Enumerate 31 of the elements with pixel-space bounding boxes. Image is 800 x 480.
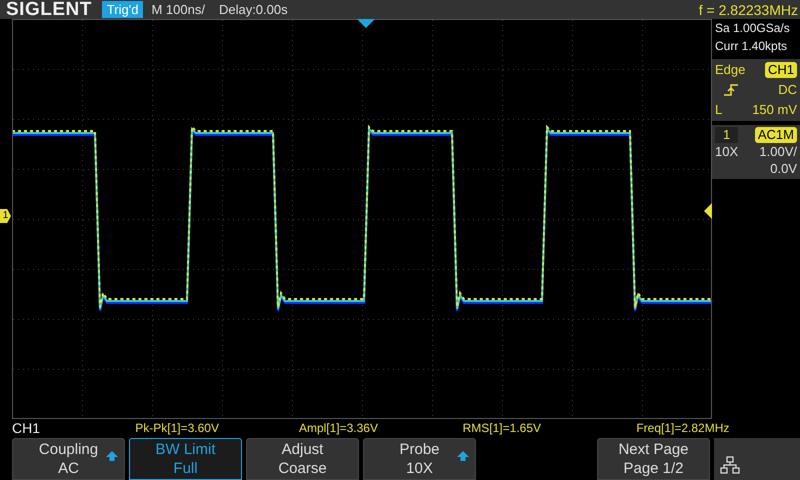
rising-edge-icon xyxy=(723,83,739,97)
measurement: RMS[1]=1.65V xyxy=(462,421,542,435)
channel-coupling: AC1M xyxy=(754,127,797,143)
vertical-scale: 1.00V/ xyxy=(759,144,797,160)
trigger-level-icon xyxy=(704,203,712,219)
trigger-coupling: DC xyxy=(778,82,797,98)
measurement: Ampl[1]=3.36V xyxy=(298,421,379,435)
delay-readout: Delay:0.00s xyxy=(218,2,288,17)
softkey[interactable]: Adjust Coarse xyxy=(246,438,359,480)
level-label: L xyxy=(715,102,722,118)
trigger-status: Trig'd xyxy=(102,1,144,18)
next-page-button[interactable]: Next Page Page 1/2 xyxy=(597,438,710,480)
probe-ratio: 10X xyxy=(715,144,738,160)
channel-number: 1 xyxy=(715,127,738,143)
measurement: Pk-Pk[1]=3.60V xyxy=(135,421,220,435)
vertical-offset: 0.0V xyxy=(770,161,797,177)
trigger-source: CH1 xyxy=(764,62,797,78)
timebase-readout: M 100ns/ xyxy=(151,2,205,17)
memory-depth: Curr 1.40kpts xyxy=(714,38,788,55)
trigger-level: 150 mV xyxy=(752,102,797,118)
brand-logo: SIGLENT xyxy=(6,0,92,19)
softkey[interactable]: Probe 10X xyxy=(363,438,476,480)
network-icon xyxy=(720,456,740,474)
sample-rate: Sa 1.00GSa/s xyxy=(714,20,791,37)
measure-channel: CH1 xyxy=(12,420,42,436)
measurement: Freq[1]=2.82MHz xyxy=(636,421,730,435)
frequency-readout: f = 2.82233MHz xyxy=(698,2,799,18)
trigger-type: Edge xyxy=(715,62,746,78)
softkey[interactable]: Coupling AC xyxy=(12,438,125,480)
channel-marker: 1 xyxy=(0,209,11,223)
softkey[interactable]: BW Limit Full xyxy=(129,438,242,480)
